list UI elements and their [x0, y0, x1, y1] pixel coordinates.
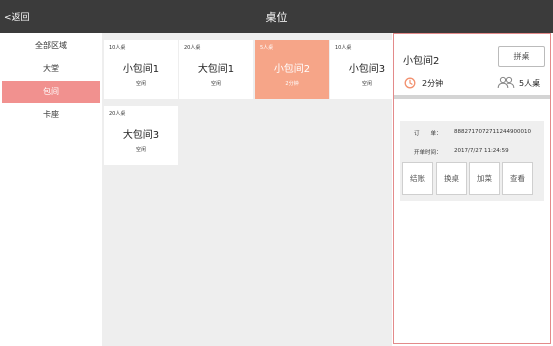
- sidebar-item-all-areas[interactable]: 全部区域: [2, 35, 100, 57]
- table-card[interactable]: 20人桌 大包间3 空闲: [104, 106, 178, 165]
- table-capacity: 10人桌: [335, 45, 352, 51]
- change-table-button[interactable]: 换桌: [436, 162, 467, 195]
- area-sidebar: 全部区域 大堂 包间 卡座: [0, 33, 102, 346]
- table-card[interactable]: 10人桌 小包间1 空闲: [104, 40, 178, 99]
- add-dish-button[interactable]: 加菜: [469, 162, 500, 195]
- sidebar-item-lobby[interactable]: 大堂: [2, 58, 100, 80]
- sidebar-item-private-room[interactable]: 包间: [2, 81, 100, 103]
- order-number-label: 订 单：: [414, 131, 442, 137]
- open-time-label: 开单时间：: [414, 150, 442, 156]
- table-status: 2分钟: [285, 81, 299, 87]
- people-icon: [497, 76, 515, 89]
- table-card-selected[interactable]: 5人桌 小包间2 2分钟: [255, 40, 329, 99]
- order-number-value: 8882717072711244900010: [454, 129, 531, 135]
- table-grid: 10人桌 小包间1 空闲 20人桌 大包间1 空闲 5人桌 小包间2 2分钟 1…: [102, 33, 404, 346]
- table-card[interactable]: 20人桌 大包间1 空闲: [179, 40, 253, 99]
- detail-table-name: 小包间2: [403, 56, 440, 67]
- app: <返回 桌位 全部区域 大堂 包间 卡座 10人桌 小包间1 空闲 20人桌 大…: [0, 0, 553, 346]
- table-capacity: 20人桌: [184, 45, 201, 51]
- table-name: 大包间3: [122, 130, 160, 141]
- table-name: 小包间2: [273, 64, 311, 75]
- sidebar-item-booth[interactable]: 卡座: [2, 104, 100, 126]
- detail-duration: 2分钟: [422, 79, 444, 88]
- table-status: 空闲: [135, 81, 146, 87]
- table-detail-panel: 小包间2 拼桌 2分钟 5人桌 订 单： 8882717072711244900…: [393, 33, 551, 344]
- share-table-button[interactable]: 拼桌: [498, 46, 545, 67]
- clock-icon: [404, 77, 416, 89]
- detail-people: 5人桌: [519, 79, 541, 88]
- divider: [394, 95, 550, 99]
- table-status: 空闲: [135, 147, 146, 153]
- checkout-button[interactable]: 结账: [402, 162, 433, 195]
- open-time-value: 2017/7/27 11:24:59: [454, 148, 509, 154]
- table-status: 空闲: [210, 81, 221, 87]
- page-title: 桌位: [265, 11, 288, 24]
- table-name: 大包间1: [197, 64, 235, 75]
- table-capacity: 20人桌: [109, 111, 126, 117]
- view-button[interactable]: 查看: [502, 162, 533, 195]
- table-capacity: 10人桌: [109, 45, 126, 51]
- table-name: 小包间1: [122, 64, 160, 75]
- table-capacity: 5人桌: [260, 45, 274, 51]
- top-bar: <返回 桌位: [0, 0, 553, 33]
